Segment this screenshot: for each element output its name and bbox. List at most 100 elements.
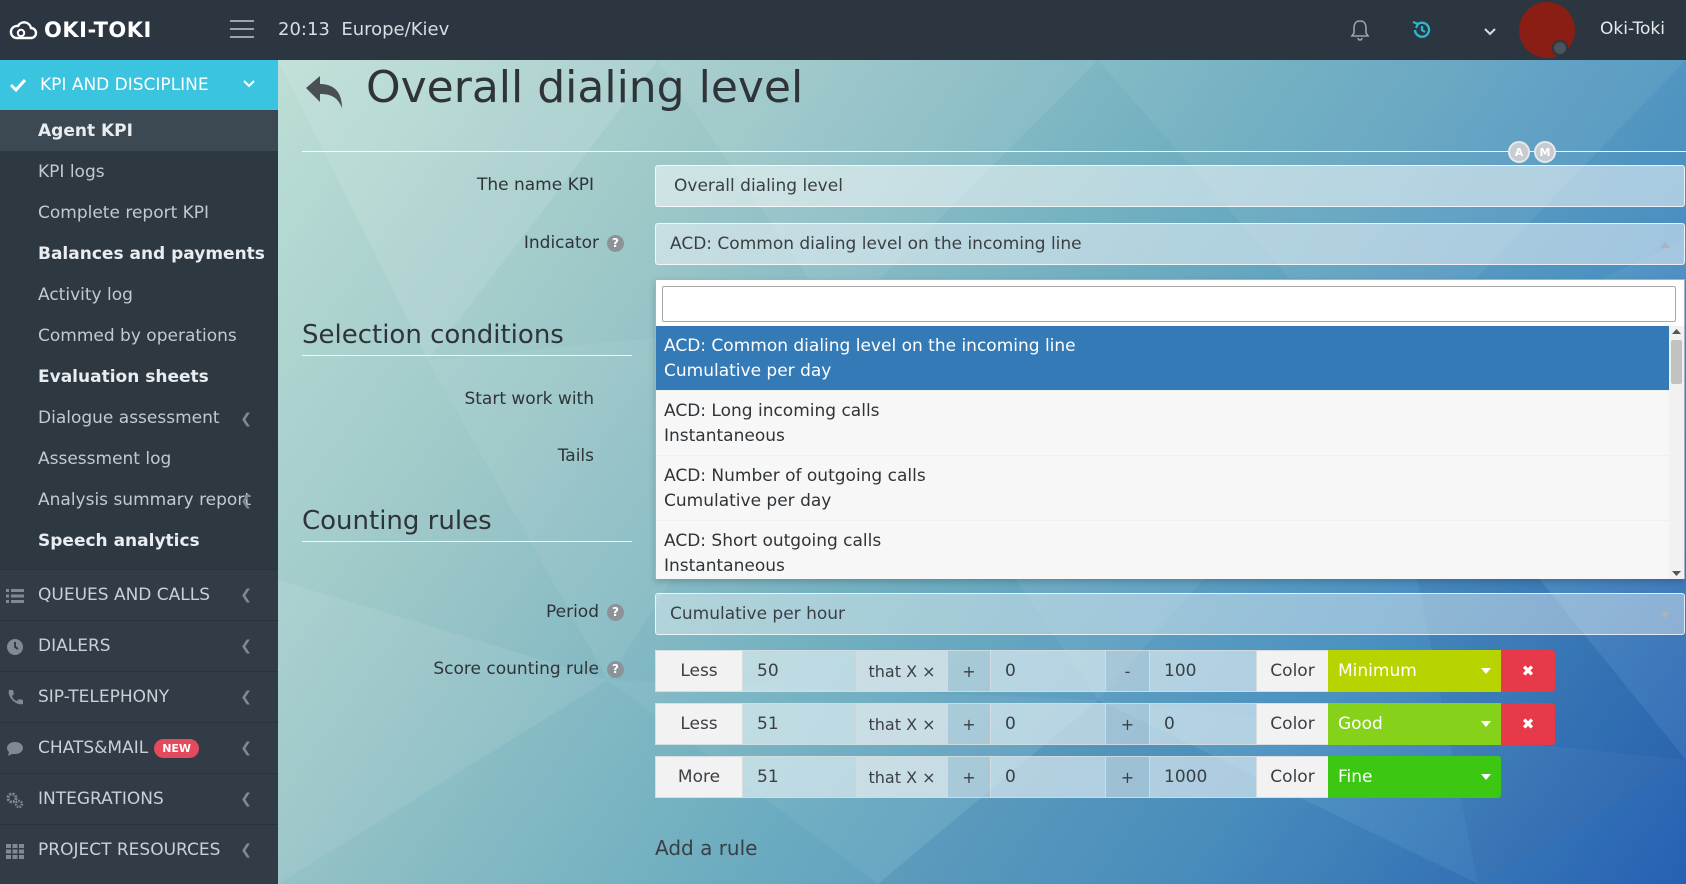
dropdown-scrollbar[interactable]: [1669, 326, 1684, 579]
sidebar-item-evaluation-sheets[interactable]: Evaluation sheets: [0, 356, 278, 397]
sidebar-item-commed[interactable]: Commed by operations: [0, 315, 278, 356]
indicator-dropdown: ACD: Common dialing level on the incomin…: [655, 279, 1685, 579]
selection-conditions-title: Selection conditions: [302, 320, 564, 350]
score-input[interactable]: 0: [1149, 703, 1257, 745]
history-icon[interactable]: [1410, 18, 1434, 42]
username[interactable]: Oki-Toki: [1600, 19, 1665, 39]
addend-input[interactable]: 0: [990, 650, 1106, 692]
clock-icon: [7, 639, 23, 655]
period-select[interactable]: Cumulative per hour: [655, 593, 1685, 635]
bell-icon[interactable]: [1349, 18, 1371, 42]
threshold-input[interactable]: 51: [742, 703, 857, 745]
color-select[interactable]: Good: [1328, 703, 1501, 745]
caret-down-icon: [1481, 721, 1491, 727]
sidebar-group-sip[interactable]: SIP-TELEPHONY ❮: [0, 671, 278, 722]
sidebar-item-label: Complete report KPI: [38, 202, 210, 223]
back-arrow-icon[interactable]: [302, 72, 346, 112]
addend-input[interactable]: 0: [990, 756, 1106, 798]
sidebar-item-label: Balances and payments: [38, 243, 265, 264]
option-subtitle: Instantaneous: [664, 426, 785, 446]
that-x-label: that X ×: [856, 650, 948, 692]
sidebar-item-complete-report[interactable]: Complete report KPI: [0, 192, 278, 233]
help-icon[interactable]: ?: [607, 604, 624, 621]
compare-button[interactable]: More: [655, 756, 743, 798]
indicator-select[interactable]: ACD: Common dialing level on the incomin…: [655, 223, 1685, 265]
sidebar-group-chats[interactable]: CHATS&MAIL NEW ❮: [0, 722, 278, 773]
scroll-down-icon[interactable]: [1672, 570, 1681, 577]
period-value: Cumulative per hour: [670, 604, 846, 624]
dropdown-option[interactable]: ACD: Long incoming calls Instantaneous: [656, 391, 1670, 456]
option-title: ACD: Short outgoing calls: [664, 531, 882, 551]
start-work-label: Start work with: [464, 389, 594, 409]
operator-button[interactable]: +: [947, 756, 991, 798]
name-kpi-value: Overall dialing level: [674, 176, 843, 196]
score-input[interactable]: 100: [1149, 650, 1257, 692]
color-select[interactable]: Minimum: [1328, 650, 1501, 692]
chevron-left-icon: ❮: [240, 411, 252, 427]
sidebar-item-agent-kpi[interactable]: Agent KPI: [0, 110, 278, 151]
score-input[interactable]: 1000: [1149, 756, 1257, 798]
threshold-input[interactable]: 51: [742, 756, 857, 798]
sidebar-group-kpi[interactable]: KPI AND DISCIPLINE: [0, 60, 278, 110]
sidebar-group-dialers[interactable]: DIALERS ❮: [0, 620, 278, 671]
caret-down-icon: [1660, 612, 1670, 618]
sidebar-item-label: Analysis summary report: [38, 489, 251, 510]
sidebar: KPI AND DISCIPLINE Agent KPI KPI logs Co…: [0, 60, 278, 884]
dropdown-search-input[interactable]: [662, 286, 1676, 322]
sidebar-item-activity-log[interactable]: Activity log: [0, 274, 278, 315]
help-icon[interactable]: ?: [607, 661, 624, 678]
dropdown-option[interactable]: ACD: Common dialing level on the incomin…: [656, 326, 1670, 391]
operator-button[interactable]: -: [1105, 650, 1150, 692]
sidebar-item-dialogue-assessment[interactable]: Dialogue assessment ❮: [0, 397, 278, 438]
sidebar-submenu: Agent KPI KPI logs Complete report KPI B…: [0, 110, 278, 569]
current-time: 20:13: [278, 19, 330, 40]
sidebar-group-project-resources[interactable]: PROJECT RESOURCES ❮: [0, 824, 278, 875]
sidebar-item-label: Commed by operations: [38, 325, 237, 346]
sidebar-item-assessment-log[interactable]: Assessment log: [0, 438, 278, 479]
title-divider: [302, 151, 1686, 152]
sidebar-group-label: INTEGRATIONS: [38, 789, 164, 809]
page-title: Overall dialing level: [366, 62, 804, 113]
compare-button[interactable]: Less: [655, 650, 743, 692]
help-icon[interactable]: ?: [607, 235, 624, 252]
sidebar-item-analysis-summary[interactable]: Analysis summary report ❮: [0, 479, 278, 520]
score-rule-label-text: Score counting rule: [433, 659, 599, 679]
sidebar-item-kpi-logs[interactable]: KPI logs: [0, 151, 278, 192]
chevron-left-icon: ❮: [240, 791, 252, 807]
clock: 20:13 Europe/Kiev: [278, 19, 449, 40]
operator-button[interactable]: +: [1105, 756, 1150, 798]
delete-rule-button[interactable]: ✖: [1501, 650, 1555, 692]
status-indicator: [1552, 40, 1568, 56]
operator-button[interactable]: +: [1105, 703, 1150, 745]
author-badge[interactable]: A: [1508, 141, 1530, 163]
chevron-down-icon[interactable]: [1483, 24, 1497, 38]
scrollbar-thumb[interactable]: [1671, 340, 1682, 384]
operator-button[interactable]: +: [947, 703, 991, 745]
color-select[interactable]: Fine: [1328, 756, 1501, 798]
sidebar-group-integrations[interactable]: INTEGRATIONS ❮: [0, 773, 278, 824]
indicator-label-text: Indicator: [523, 233, 599, 253]
sidebar-item-speech-analytics[interactable]: Speech analytics: [0, 520, 278, 561]
modifier-badge[interactable]: M: [1534, 141, 1556, 163]
addend-input[interactable]: 0: [990, 703, 1106, 745]
main-content: Overall dialing level A M The name KPI O…: [278, 60, 1686, 884]
option-title: ACD: Common dialing level on the incomin…: [664, 336, 1076, 356]
scroll-up-icon[interactable]: [1672, 328, 1681, 335]
check-icon: [9, 78, 27, 93]
color-label: Color: [1256, 756, 1329, 798]
operator-button[interactable]: +: [947, 650, 991, 692]
sidebar-item-balances[interactable]: Balances and payments: [0, 233, 278, 274]
add-rule-link[interactable]: Add a rule: [655, 836, 757, 860]
name-kpi-input[interactable]: Overall dialing level: [655, 165, 1685, 207]
compare-button[interactable]: Less: [655, 703, 743, 745]
dropdown-option[interactable]: ACD: Short outgoing calls Instantaneous: [656, 521, 1670, 579]
menu-toggle-icon[interactable]: [230, 20, 254, 38]
sidebar-group-queues[interactable]: QUEUES AND CALLS ❮: [0, 569, 278, 620]
dropdown-option[interactable]: ACD: Number of outgoing calls Cumulative …: [656, 456, 1670, 521]
timezone: Europe/Kiev: [341, 19, 450, 40]
that-x-label: that X ×: [856, 703, 948, 745]
logo[interactable]: OKI-TOKI: [8, 14, 152, 46]
delete-rule-button[interactable]: ✖: [1501, 703, 1555, 745]
threshold-input[interactable]: 50: [742, 650, 857, 692]
sidebar-item-label: Speech analytics: [38, 530, 200, 551]
